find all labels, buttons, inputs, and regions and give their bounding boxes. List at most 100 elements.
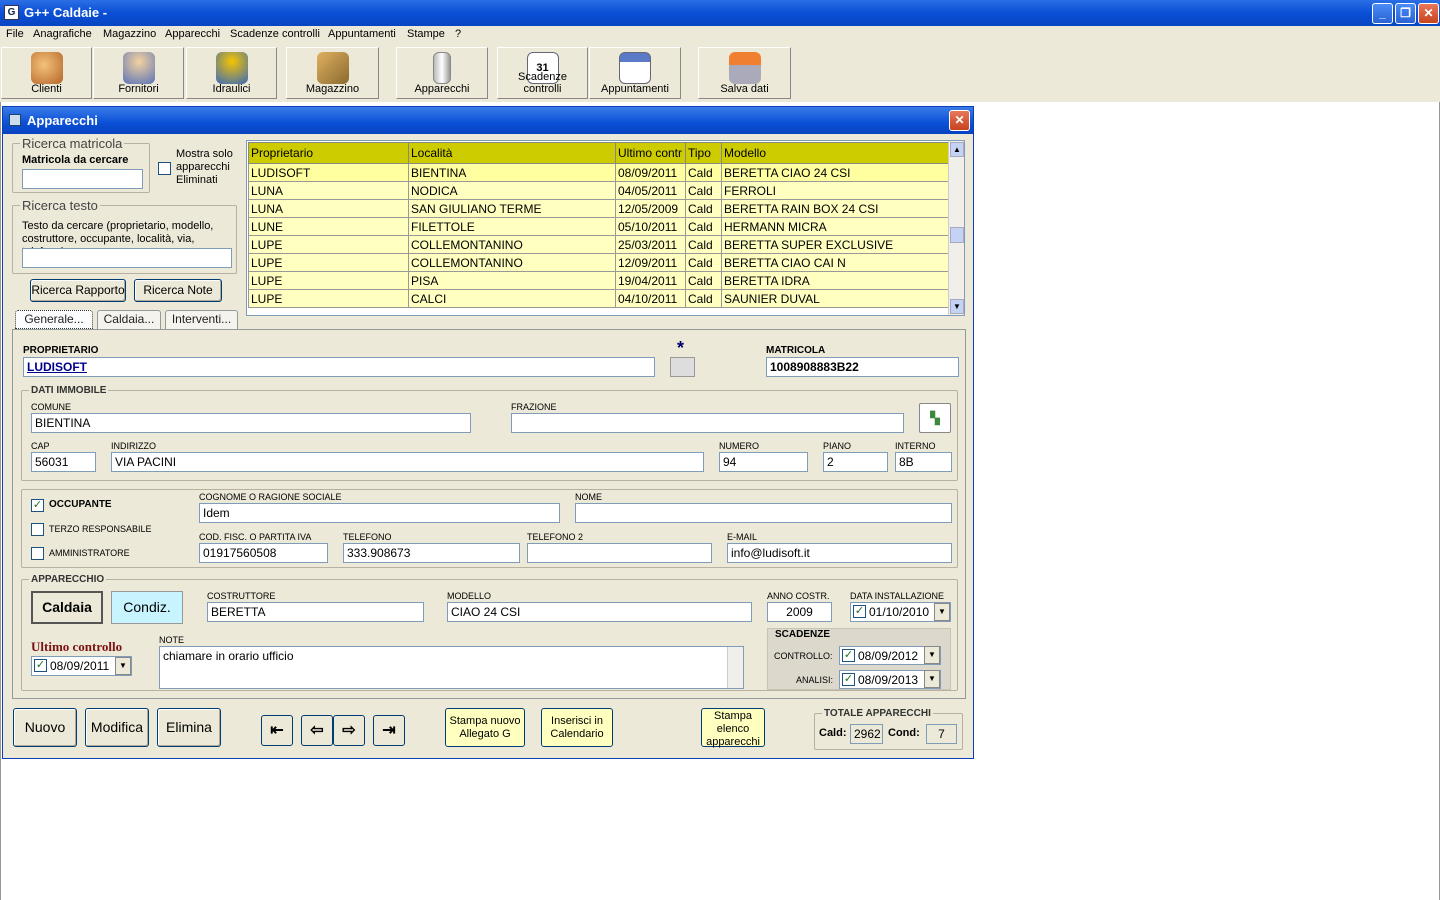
nome-field[interactable] [575,503,952,523]
telefono-field[interactable]: 333.908673 [343,543,520,563]
first-record-icon[interactable]: ⇤ [261,715,293,746]
piano-field[interactable]: 2 [823,452,888,472]
modello-field[interactable]: CIAO 24 CSI [447,602,752,622]
toolbar-idraulici-button[interactable]: Idraulici [186,47,277,99]
modifica-button[interactable]: Modifica [85,708,149,747]
toolbar-magazzino-button[interactable]: Magazzino [286,47,379,99]
amministratore-checkbox[interactable] [31,547,44,560]
table-cell: 12/05/2009 [615,199,686,218]
stampa-allegato-button[interactable]: Stampa nuovo Allegato G [445,708,525,747]
map-icon[interactable]: ▚ [919,403,951,433]
proprietario-select-button[interactable] [670,357,695,377]
ultimo-controllo-dropdown-icon[interactable]: ▼ [115,657,131,675]
tab-caldaia[interactable]: Caldaia... [97,310,161,329]
table-row[interactable]: LUDISOFT BIENTINA 08/09/2011 Cald BERETTA CI… [248,163,949,182]
table-row[interactable]: LUNA NODICA 04/05/2011 Cald FERROLI [248,181,949,200]
close-app-button[interactable]: ✕ [1418,3,1439,24]
nuovo-button[interactable]: Nuovo [13,708,77,747]
anno-field[interactable]: 2009 [767,602,832,622]
grid-scrollbar[interactable]: ▲ ▼ [948,141,964,315]
costruttore-field[interactable]: BERETTA [207,602,424,622]
restore-button[interactable]: ❐ [1395,3,1416,24]
table-cell: Cald [685,181,722,200]
data-installazione-dropdown-icon[interactable]: ▼ [934,603,950,621]
scroll-thumb[interactable] [950,227,964,243]
matricola-label: MATRICOLA [766,345,826,356]
menu-stampe[interactable]: Stampe [407,28,445,40]
occupante-checkbox[interactable]: ✓ [31,499,44,512]
controllo-dropdown-icon[interactable]: ▼ [924,646,940,664]
data-installazione-checkbox[interactable]: ✓ [853,605,866,618]
note-scrollbar[interactable] [727,647,743,688]
ultimo-controllo-checkbox[interactable]: ✓ [34,659,47,672]
toolbar-appuntamenti-button[interactable]: Appuntamenti [589,47,681,99]
ricerca-note-button[interactable]: Ricerca Note [134,279,222,302]
stampa-elenco-button[interactable]: Stampa elenco apparecchi [701,708,765,748]
table-cell: 05/10/2011 [615,217,686,236]
minimize-button[interactable]: _ [1372,3,1393,24]
window-close-button[interactable]: ✕ [949,110,970,131]
toolbar-apparecchi-button[interactable]: Apparecchi [396,47,488,99]
elimina-button[interactable]: Elimina [157,708,221,747]
caldaia-type-button[interactable]: Caldaia [31,591,103,624]
frazione-field[interactable] [511,413,904,433]
codfisc-field[interactable]: 01917560508 [199,543,328,563]
menu-help[interactable]: ? [455,28,461,40]
table-row[interactable]: LUNE FILETTOLE 05/10/2011 Cald HERMANN MICRA [248,217,949,236]
show-deleted-checkbox[interactable] [158,162,171,175]
menu-appuntamenti[interactable]: Appuntamenti [328,28,396,40]
inserisci-calendario-button[interactable]: Inserisci in Calendario [541,708,613,747]
cap-field[interactable]: 56031 [31,452,96,472]
tab-interventi[interactable]: Interventi... [165,310,238,329]
telefono2-field[interactable] [527,543,712,563]
tab-generale[interactable]: Generale... [15,310,93,329]
matricola-field[interactable]: 1008908883B22 [766,357,959,377]
table-row[interactable]: LUNA SAN GIULIANO TERME 12/05/2009 Cald BERE… [248,199,949,218]
table-row[interactable]: LUPE PISA 19/04/2011 Cald BERETTA IDRA [248,271,949,290]
next-record-icon[interactable]: ⇨ [333,715,365,746]
menu-file[interactable]: File [6,28,24,40]
scroll-up-arrow-icon[interactable]: ▲ [950,142,964,157]
table-row[interactable]: LUPE CALCI 04/10/2011 Cald SAUNIER DUVAL [248,289,949,308]
col-localita[interactable]: Località [408,142,616,164]
matricola-search-input[interactable] [22,169,143,189]
col-ultimo-controllo[interactable]: Ultimo contr [615,142,686,164]
apparecchi-grid[interactable]: Proprietario Località Ultimo contr Tipo … [246,140,965,316]
analisi-dropdown-icon[interactable]: ▼ [924,670,940,688]
prev-record-icon[interactable]: ⇦ [301,715,333,746]
numero-field[interactable]: 94 [719,452,808,472]
col-tipo[interactable]: Tipo [685,142,722,164]
table-cell: Cald [685,163,722,182]
menu-anagrafiche[interactable]: Anagrafiche [33,28,92,40]
text-search-legend: Ricerca testo [20,198,100,213]
text-search-input[interactable] [22,248,232,268]
menu-scadenze[interactable]: Scadenze controlli [230,28,320,40]
table-row[interactable]: LUPE COLLEMONTANINO 12/09/2011 Cald BERETTA … [248,253,949,272]
scroll-down-arrow-icon[interactable]: ▼ [950,299,964,314]
last-record-icon[interactable]: ⇥ [373,715,405,746]
table-cell: Cald [685,253,722,272]
condiz-type-button[interactable]: Condiz. [111,591,183,624]
modello-label: MODELLO [447,591,492,601]
toolbar-fornitori-button[interactable]: Fornitori [93,47,184,99]
ricerca-rapporto-button[interactable]: Ricerca Rapporto [30,279,126,302]
indirizzo-field[interactable]: VIA PACINI [111,452,704,472]
controllo-checkbox[interactable]: ✓ [842,649,855,662]
cognome-field[interactable]: Idem [199,503,560,523]
table-row[interactable]: LUPE COLLEMONTANINO 25/03/2011 Cald BERETTA … [248,235,949,254]
toolbar-salva-button[interactable]: Salva dati [698,47,791,99]
terzo-responsabile-checkbox[interactable] [31,523,44,536]
toolbar-clienti-button[interactable]: Clienti [1,47,92,99]
note-textarea[interactable]: chiamare in orario ufficio [159,646,744,689]
col-proprietario[interactable]: Proprietario [248,142,409,164]
interno-field[interactable]: 8B [895,452,952,472]
analisi-checkbox[interactable]: ✓ [842,673,855,686]
menu-apparecchi[interactable]: Apparecchi [165,28,220,40]
proprietario-field[interactable]: LUDISOFT [23,357,655,377]
toolbar-scadenze-button[interactable]: 31 Scadenze controlli [497,47,588,99]
telefono2-label: TELEFONO 2 [527,532,584,542]
email-field[interactable]: info@ludisoft.it [727,543,952,563]
col-modello[interactable]: Modello [721,142,949,164]
comune-field[interactable]: BIENTINA [31,413,471,433]
menu-magazzino[interactable]: Magazzino [103,28,156,40]
